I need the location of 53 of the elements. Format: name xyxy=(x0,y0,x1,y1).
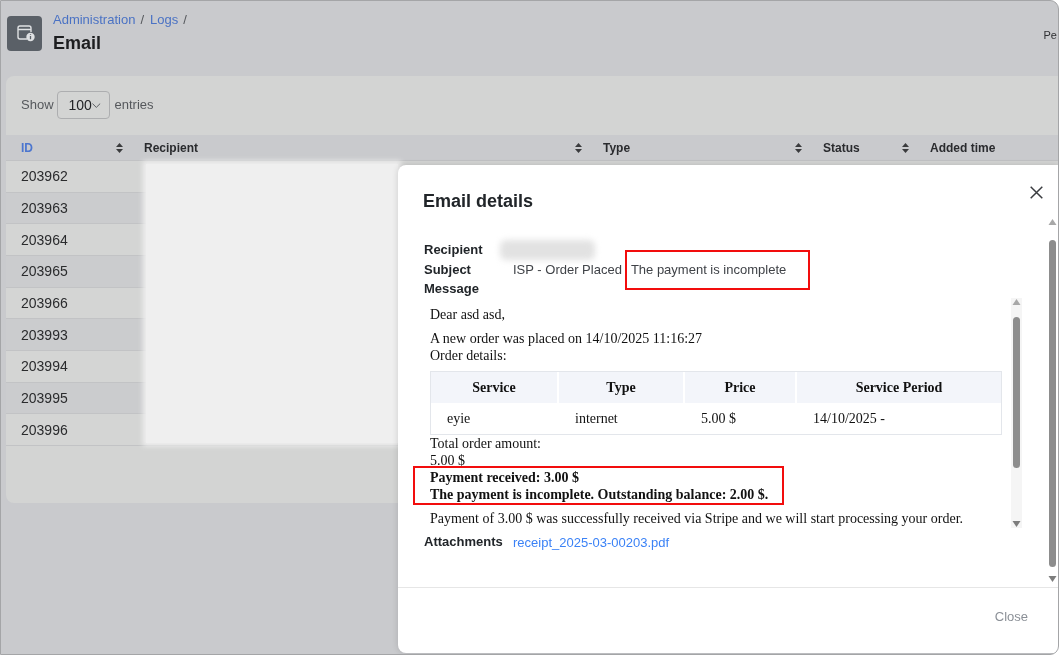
sort-icon xyxy=(902,142,909,153)
table-cell-text: 5.00 $ xyxy=(700,410,737,428)
field-label: Message xyxy=(424,281,480,297)
message-text: Total order amount: xyxy=(430,435,541,452)
window-info-icon xyxy=(7,16,42,51)
breadcrumb-separator: / xyxy=(140,12,144,28)
column-header: Service Period xyxy=(797,372,1001,403)
message-text: Payment of 3.00 $ was successfully received via Stripe and we will start processing your order. xyxy=(430,510,964,527)
column-header: Service xyxy=(431,372,559,403)
scrollbar[interactable] xyxy=(1047,218,1058,583)
column-header: Type xyxy=(559,372,685,403)
column-header[interactable]: Type xyxy=(596,135,816,160)
table-cell-text: internet xyxy=(574,410,619,428)
table-cell-text: 203964 xyxy=(20,230,69,250)
table-cell-text: 203963 xyxy=(20,199,69,218)
table-cell-text: 203966 xyxy=(20,293,69,313)
message-text: A new order was placed on 14/10/2025 11:16:27 xyxy=(430,330,703,347)
close-icon xyxy=(1029,185,1043,199)
show-label: Show xyxy=(21,97,54,113)
entries-label: entries xyxy=(114,97,154,113)
message-text: Order details: xyxy=(430,347,507,364)
chevron-icon xyxy=(91,102,101,108)
field-label: Recipient xyxy=(424,242,484,258)
entries-select[interactable]: 100 xyxy=(56,91,110,119)
field-label: Subject xyxy=(424,262,472,278)
message-text: Dear asd asd, xyxy=(430,306,506,323)
sort-icon xyxy=(116,142,123,153)
table-cell-text: 14/10/2025 - xyxy=(812,410,886,428)
table-cell-text: 203965 xyxy=(20,262,69,282)
table-cell-text: 203962 xyxy=(20,167,69,187)
table-cell-text: 203994 xyxy=(20,357,69,377)
message-text: 5.00 $ xyxy=(430,452,465,469)
column-header[interactable]: Status xyxy=(816,135,923,160)
page-title: Email xyxy=(53,32,103,54)
breadcrumb-separator: / xyxy=(183,12,187,28)
column-header[interactable]: Added time xyxy=(923,135,1058,160)
header-label: Pe xyxy=(1043,28,1057,42)
scrollbar[interactable] xyxy=(1011,298,1022,528)
table-cell-text: 203995 xyxy=(20,388,69,408)
sort-icon xyxy=(575,142,582,153)
subject-text: ISP - Order Placed xyxy=(513,261,622,279)
table-cell-text: 203996 xyxy=(20,420,69,440)
subject-text: The payment is incomplete xyxy=(630,261,787,279)
column-header[interactable]: Recipient xyxy=(137,135,596,160)
table-cell-text: eyie xyxy=(446,410,472,428)
column-header: Price xyxy=(685,372,797,403)
attachment-link[interactable]: receipt_2025-03-00203.pdf xyxy=(513,534,670,550)
message-text: The payment is incomplete. Outstanding balance: 2.00 $. xyxy=(430,486,769,503)
sort-icon xyxy=(795,142,802,153)
table-cell-text: 203993 xyxy=(20,325,69,345)
message-text: Payment received: 3.00 $ xyxy=(430,469,580,486)
dialog-title: Email details xyxy=(423,190,534,212)
field-label: Attachments xyxy=(424,534,504,550)
